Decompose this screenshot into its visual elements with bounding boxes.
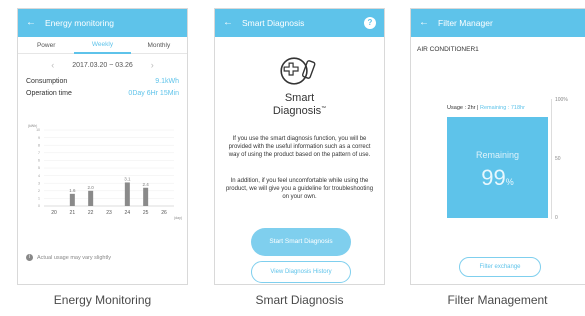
tab-power[interactable]: Power (18, 38, 74, 53)
filter-title: Filter Manager (438, 18, 493, 28)
x-tick-label: 24 (125, 210, 131, 216)
filter-remaining-gauge: Remaining 99% (447, 117, 548, 218)
diagnosis-description-2: In addition, if you feel uncomfortable w… (225, 178, 374, 200)
y-tick-label: 5 (38, 166, 40, 170)
help-icon[interactable]: ? (364, 17, 376, 29)
y-tick-label: 3 (38, 181, 40, 185)
x-tick-label: 23 (106, 210, 112, 216)
smart-diagnosis-screen: ← Smart Diagnosis ? Smart Diagnosis™ If … (214, 8, 385, 285)
chevron-left-icon[interactable]: ‹ (51, 60, 54, 70)
back-arrow-icon[interactable]: ← (419, 18, 429, 28)
y-tick-label: 6 (38, 159, 40, 163)
trademark-mark: ™ (321, 105, 327, 112)
caption-diagnosis: Smart Diagnosis (255, 293, 344, 307)
bar (69, 193, 75, 206)
energy-bar-chart: (kWh)109876543210201.6212.022 233.1242.42… (28, 124, 182, 220)
bar-data-label: 2.4 (143, 182, 150, 187)
y-tick-label: 0 (38, 204, 40, 208)
y-tick-label: 8 (38, 143, 40, 147)
y-tick-label: 4 (38, 174, 40, 178)
y-tick-label: 7 (38, 151, 40, 155)
energy-appbar: ← Energy monitoring (18, 9, 187, 37)
date-range: 2017.03.20 ~ 03.26 (72, 61, 133, 69)
start-diagnosis-button[interactable]: Start Smart Diagnosis (251, 228, 351, 256)
percent-sign: % (505, 177, 514, 187)
consumption-label: Consumption (26, 78, 68, 85)
info-icon: i (26, 254, 33, 261)
chevron-right-icon[interactable]: › (151, 60, 154, 70)
bar-data-label: 2.0 (88, 185, 95, 190)
usage-line: Usage : 2hr | Remaining : 718hr (411, 105, 561, 111)
remaining-percent-value: 99 (481, 165, 506, 190)
y-tick-label: 10 (36, 128, 40, 132)
bar (143, 187, 149, 206)
bar-data-label: 1.6 (69, 188, 76, 193)
smart-diagnosis-logo-icon (280, 57, 316, 85)
operation-value: 0Day 6Hr 15Min (128, 90, 179, 97)
usage-text: Usage : 2hr (447, 105, 476, 111)
x-tick-label: 22 (88, 210, 94, 216)
x-tick-label: 26 (161, 210, 167, 216)
x-axis-unit: (day) (174, 216, 182, 220)
x-tick-label: 20 (51, 210, 57, 216)
y-tick-label: 2 (38, 189, 40, 193)
gauge-tick-50: 50 (555, 156, 561, 162)
y-tick-label: 1 (38, 197, 40, 201)
filter-manager-screen: ← Filter Manager AIR CONDITIONER1 Usage … (410, 8, 585, 285)
operation-row: Operation time 0Day 6Hr 15Min (18, 88, 187, 100)
logo-text-diagnosis-word: Diagnosis (272, 105, 322, 117)
x-tick-label: 21 (70, 210, 76, 216)
diagnosis-title: Smart Diagnosis (242, 18, 305, 28)
consumption-value: 9.1kWh (155, 78, 179, 85)
filter-appbar: ← Filter Manager (411, 9, 585, 37)
back-arrow-icon[interactable]: ← (223, 18, 233, 28)
period-tabs: Power Weekly Monthly (18, 37, 187, 54)
bar (124, 182, 130, 206)
energy-monitoring-screen: ← Energy monitoring Power Weekly Monthly… (17, 8, 188, 285)
gauge-axis: 100% 50 0 (551, 97, 581, 221)
bar (88, 190, 94, 206)
gauge-axis-line (551, 99, 552, 219)
gauge-tick-0: 0 (555, 215, 558, 221)
back-arrow-icon[interactable]: ← (26, 18, 36, 28)
energy-title: Energy monitoring (45, 18, 114, 28)
operation-label: Operation time (26, 90, 72, 97)
filter-exchange-button[interactable]: Filter exchange (459, 257, 541, 277)
caption-energy: Energy Monitoring (53, 293, 152, 307)
y-tick-label: 9 (38, 136, 40, 140)
usage-note: i Actual usage may vary slightly (26, 254, 111, 261)
logo-text-smart: Smart (284, 92, 315, 104)
x-tick-label: 25 (143, 210, 149, 216)
diagnosis-description-1: If you use the smart diagnosis function,… (228, 136, 371, 158)
device-name: AIR CONDITIONER1 (417, 46, 479, 53)
caption-filter: Filter Management (447, 293, 548, 307)
view-history-button[interactable]: View Diagnosis History (251, 261, 351, 283)
tab-monthly[interactable]: Monthly (131, 38, 187, 53)
remaining-label: Remaining (475, 150, 520, 160)
tab-weekly[interactable]: Weekly (74, 37, 131, 54)
consumption-row: Consumption 9.1kWh (18, 76, 187, 88)
date-navigator: ‹ 2017.03.20 ~ 03.26 › (18, 54, 187, 76)
remaining-percent: 99% (447, 165, 548, 191)
logo-text-diagnosis: Diagnosis™ (215, 105, 384, 117)
bar-data-label: 3.1 (124, 176, 131, 181)
usage-note-text: Actual usage may vary slightly (37, 254, 111, 261)
gauge-tick-100: 100% (555, 97, 568, 103)
remaining-text: Remaining : 718hr (479, 105, 525, 111)
diagnosis-appbar: ← Smart Diagnosis ? (215, 9, 384, 37)
